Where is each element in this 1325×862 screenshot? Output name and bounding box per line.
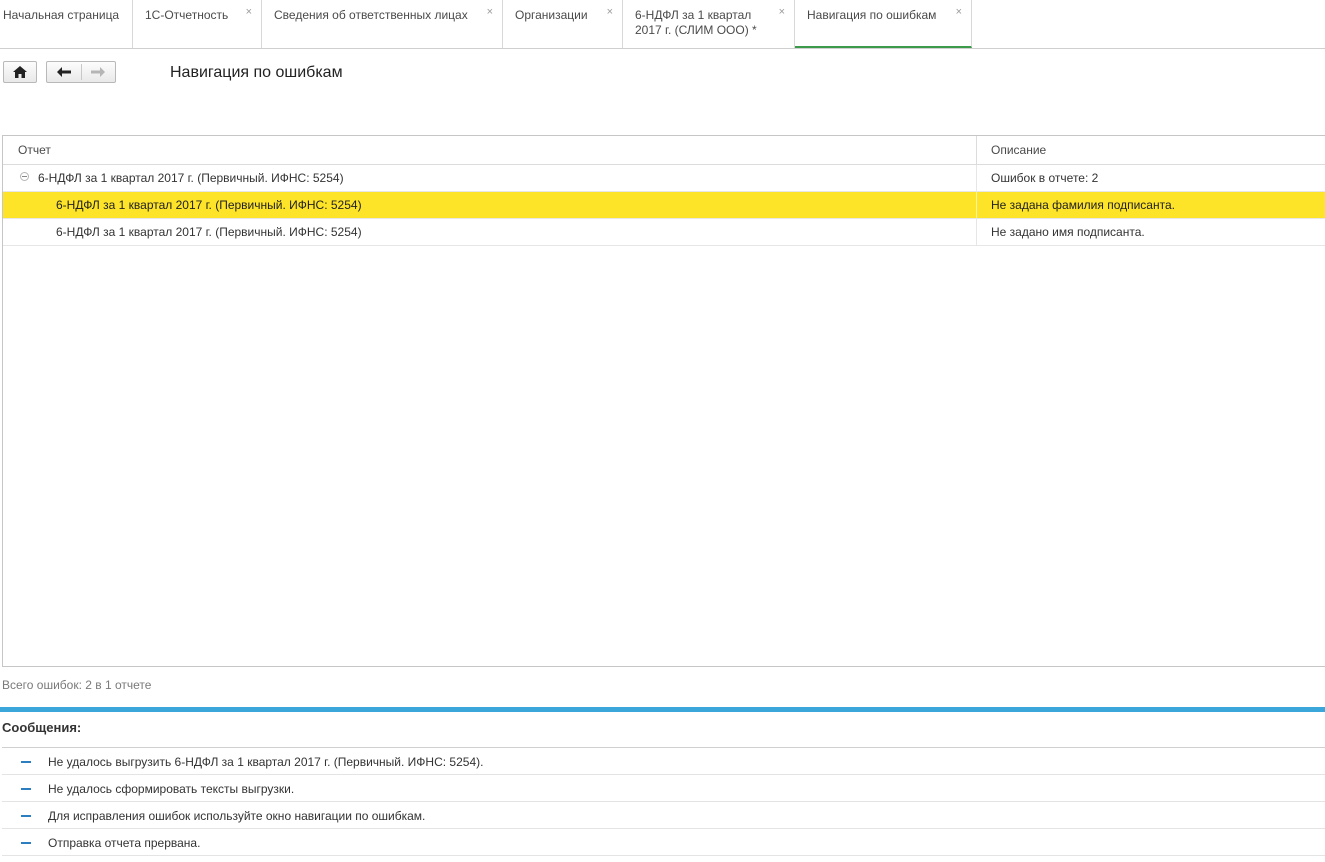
report-cell: 6-НДФЛ за 1 квартал 2017 г. (Первичный. … — [56, 225, 362, 239]
message-item[interactable]: Не удалось сформировать тексты выгрузки. — [2, 775, 1325, 802]
report-cell: 6-НДФЛ за 1 квартал 2017 г. (Первичный. … — [56, 198, 362, 212]
message-item[interactable]: Для исправления ошибок используйте окно … — [2, 802, 1325, 829]
dash-icon — [21, 788, 31, 790]
table-row[interactable]: 6-НДФЛ за 1 квартал 2017 г. (Первичный. … — [3, 192, 1325, 219]
message-text: Не удалось сформировать тексты выгрузки. — [48, 782, 295, 796]
messages-title: Сообщения: — [2, 720, 82, 735]
tab-bar: Начальная страница 1С-Отчетность × Сведе… — [0, 0, 1325, 49]
tab-error-navigation[interactable]: Навигация по ошибкам × — [795, 0, 972, 48]
message-item[interactable]: Не удалось выгрузить 6-НДФЛ за 1 квартал… — [2, 748, 1325, 775]
close-icon[interactable]: × — [246, 5, 252, 20]
close-icon[interactable]: × — [607, 5, 613, 20]
dash-icon — [21, 815, 31, 817]
column-divider — [976, 219, 977, 245]
arrow-right-icon — [91, 67, 105, 77]
dash-icon — [21, 761, 31, 763]
column-header-description[interactable]: Описание — [991, 143, 1046, 157]
column-divider[interactable] — [976, 136, 977, 164]
tab-label: Организации — [515, 8, 588, 22]
home-button[interactable] — [3, 61, 37, 83]
errors-table: Отчет Описание 6-НДФЛ за 1 квартал 2017 … — [2, 135, 1325, 667]
tab-label: Навигация по ошибкам — [807, 8, 937, 22]
page-title: Навигация по ошибкам — [170, 64, 343, 81]
description-cell: Ошибок в отчете: 2 — [991, 171, 1099, 185]
tab-organizations[interactable]: Организации × — [503, 0, 623, 48]
table-row-group[interactable]: 6-НДФЛ за 1 квартал 2017 г. (Первичный. … — [3, 165, 1325, 192]
tab-label-line-1: 6-НДФЛ за 1 квартал — [635, 8, 752, 22]
panel-divider[interactable] — [0, 707, 1325, 712]
message-item[interactable]: Отправка отчета прервана. — [2, 829, 1325, 856]
report-cell: 6-НДФЛ за 1 квартал 2017 г. (Первичный. … — [38, 171, 344, 185]
table-row[interactable]: 6-НДФЛ за 1 квартал 2017 г. (Первичный. … — [3, 219, 1325, 246]
close-icon[interactable]: × — [956, 5, 962, 20]
home-icon — [13, 66, 27, 78]
close-icon[interactable]: × — [487, 5, 493, 20]
messages-list: Не удалось выгрузить 6-НДФЛ за 1 квартал… — [2, 747, 1325, 856]
history-navigation — [46, 61, 116, 83]
description-cell: Не задана фамилия подписанта. — [991, 198, 1175, 212]
tab-1c-reporting[interactable]: 1С-Отчетность × — [133, 0, 262, 48]
total-errors-label: Всего ошибок: 2 в 1 отчете — [2, 678, 152, 692]
column-divider — [976, 192, 977, 218]
tab-6ndfl-report[interactable]: 6-НДФЛ за 1 квартал 2017 г. (СЛИМ ООО) *… — [623, 0, 795, 48]
column-divider — [976, 165, 977, 191]
tab-label: Сведения об ответственных лицах — [274, 8, 468, 22]
message-text: Для исправления ошибок используйте окно … — [48, 809, 426, 823]
tab-label: Начальная страница — [3, 8, 120, 22]
forward-button[interactable] — [82, 62, 116, 82]
tab-label: 1С-Отчетность — [145, 8, 229, 22]
tab-home-page[interactable]: Начальная страница — [0, 0, 133, 48]
close-icon[interactable]: × — [779, 5, 785, 20]
description-cell: Не задано имя подписанта. — [991, 225, 1145, 239]
column-header-report[interactable]: Отчет — [18, 143, 51, 157]
message-text: Не удалось выгрузить 6-НДФЛ за 1 квартал… — [48, 755, 484, 769]
arrow-left-icon — [57, 67, 71, 77]
message-text: Отправка отчета прервана. — [48, 836, 201, 850]
back-button[interactable] — [47, 62, 81, 82]
collapse-icon[interactable] — [20, 172, 29, 181]
tab-responsible-persons[interactable]: Сведения об ответственных лицах × — [262, 0, 503, 48]
dash-icon — [21, 842, 31, 844]
tab-label-line-2: 2017 г. (СЛИМ ООО) * — [635, 23, 757, 37]
table-header: Отчет Описание — [3, 136, 1325, 165]
